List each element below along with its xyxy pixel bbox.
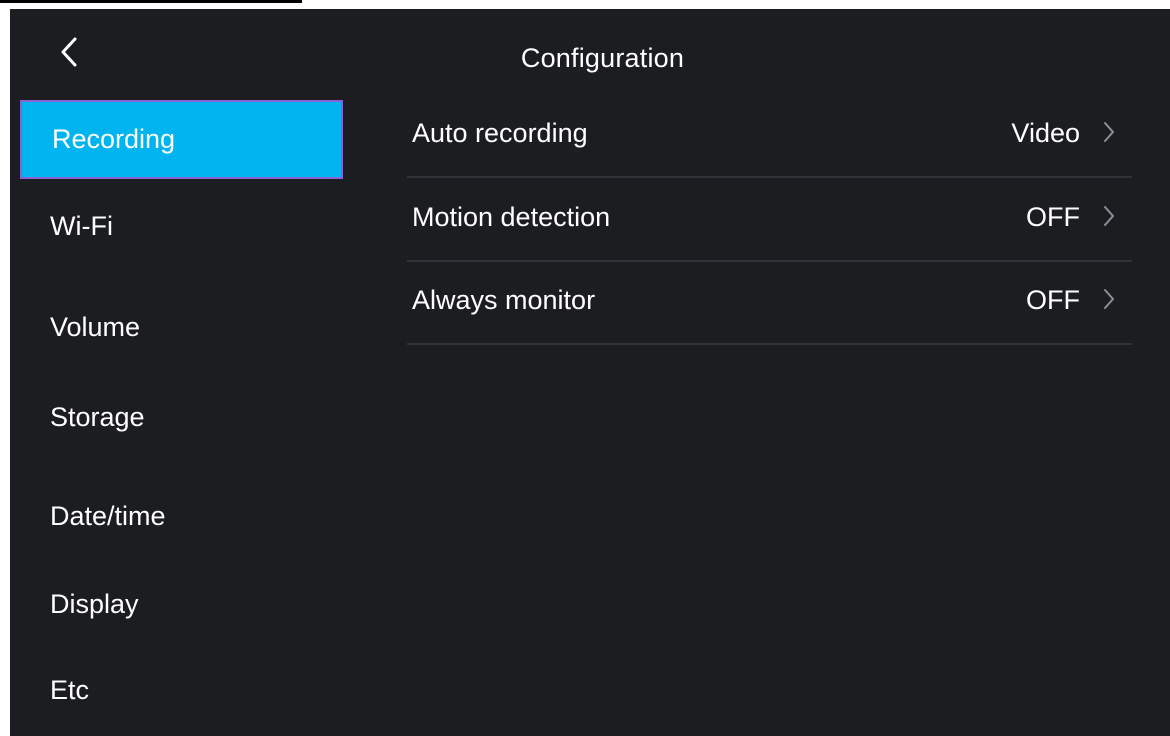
back-button[interactable] [52,29,86,75]
setting-label: Always monitor [412,285,596,315]
setting-label: Auto recording [412,118,588,148]
chevron-left-icon [61,37,77,67]
setting-label: Motion detection [412,202,611,232]
sidebar-item-volume[interactable]: Volume [20,288,343,367]
chevron-right-icon [1104,206,1114,226]
page-title: Configuration [520,43,685,73]
setting-value: OFF [1026,202,1080,232]
sidebar-item-etc[interactable]: Etc [20,651,343,730]
sidebar-item-wifi[interactable]: Wi-Fi [20,187,343,266]
sidebar-item-label: Date/time [50,501,166,531]
configuration-screen: Configuration Recording Wi-Fi Volume Sto… [10,9,1170,736]
sidebar-item-label: Display [50,589,139,619]
sidebar-item-recording[interactable]: Recording [20,100,343,179]
sidebar-item-label: Volume [50,312,141,342]
sidebar-item-label: Storage [50,402,145,432]
top-edge-line [0,0,302,3]
sidebar-item-storage[interactable]: Storage [20,378,343,457]
chevron-right-icon [1104,289,1114,309]
setting-value: OFF [1026,285,1080,315]
sidebar-item-label: Recording [52,124,176,154]
sidebar-item-label: Wi-Fi [50,211,113,241]
sidebar-item-datetime[interactable]: Date/time [20,477,343,556]
setting-row-auto-recording[interactable]: Auto recording Video [407,96,1132,178]
chevron-right-icon [1104,122,1114,142]
sidebar-item-label: Etc [50,675,90,705]
setting-value: Video [1011,118,1080,148]
setting-row-motion-detection[interactable]: Motion detection OFF [407,180,1132,262]
setting-row-always-monitor[interactable]: Always monitor OFF [407,263,1132,345]
sidebar-item-display[interactable]: Display [20,565,343,644]
